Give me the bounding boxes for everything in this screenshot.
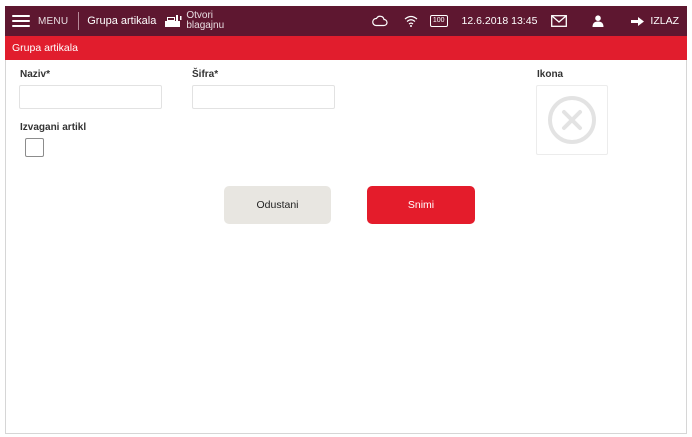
- open-register-label: Otvori blagajnu: [186, 10, 225, 31]
- wifi-icon: [403, 15, 419, 27]
- datetime: 12.6.2018 13:45: [461, 15, 538, 27]
- exit-button[interactable]: IZLAZ: [631, 15, 687, 27]
- divider: [78, 12, 80, 30]
- exit-label: IZLAZ: [650, 15, 679, 27]
- empty-icon-placeholder: [548, 96, 596, 144]
- top-bar: MENU Grupa artikala Otvori blagajnu 100 …: [5, 6, 687, 36]
- battery-icon: 100: [429, 15, 448, 27]
- mail-icon[interactable]: [549, 15, 569, 27]
- menu-icon: [12, 14, 30, 28]
- code-input[interactable]: [192, 85, 335, 109]
- icon-picker[interactable]: [536, 85, 608, 155]
- open-register-button[interactable]: Otvori blagajnu: [164, 11, 234, 31]
- page-title: Grupa artikala: [5, 36, 687, 60]
- cash-register-icon: [165, 15, 182, 27]
- cloud-sync-icon[interactable]: [371, 15, 389, 27]
- code-label: Šifra*: [192, 69, 219, 80]
- cancel-button[interactable]: Odustani: [224, 186, 331, 224]
- status-area: 100 12.6.2018 13:45 IZLAZ: [371, 6, 687, 36]
- user-icon[interactable]: [589, 15, 607, 27]
- name-input[interactable]: [19, 85, 162, 109]
- arrow-right-icon: [631, 16, 645, 26]
- app-frame: [5, 6, 687, 434]
- save-button[interactable]: Snimi: [367, 186, 475, 224]
- weighed-item-label: Izvagani artikl: [20, 122, 87, 133]
- name-label: Naziv*: [20, 69, 51, 80]
- menu-label: MENU: [38, 15, 69, 27]
- weighed-item-checkbox[interactable]: [25, 138, 44, 157]
- menu-button[interactable]: MENU: [5, 6, 68, 36]
- breadcrumb: Grupa artikala: [87, 15, 157, 27]
- icon-label: Ikona: [537, 69, 564, 80]
